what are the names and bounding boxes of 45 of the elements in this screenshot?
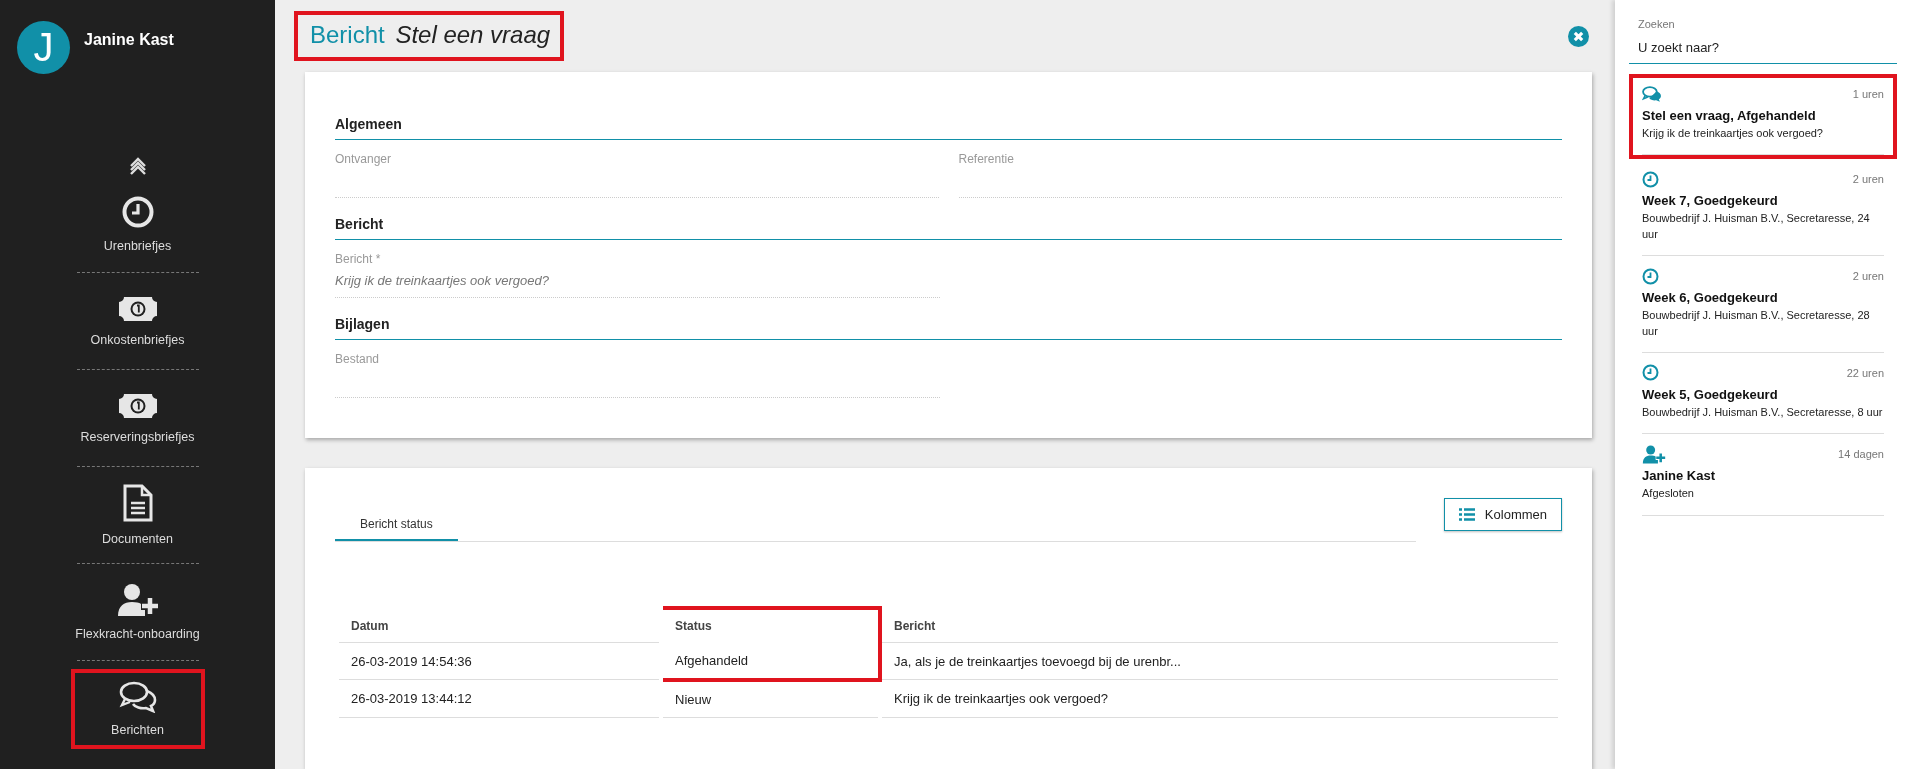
table-cell: 26-03-2019 14:54:36 xyxy=(337,642,661,680)
nav-item[interactable]: Berichten xyxy=(70,669,205,749)
page-title: Bericht Stel een vraag xyxy=(294,11,565,61)
feed-item[interactable]: 2 uren Week 7, Goedgekeurd Bouwbedrijf J. Huisman B.V., Secretaresse, 24 uur xyxy=(1629,159,1897,257)
column-header: Status xyxy=(661,608,880,643)
table-cell: Afgehandeld xyxy=(661,642,880,680)
column-header: Bericht xyxy=(880,608,1560,643)
search-label: Zoeken xyxy=(1638,18,1676,30)
nav-item[interactable]: Urenbriefjes xyxy=(70,184,205,264)
section-title: Bericht xyxy=(335,216,1562,240)
avatar: J xyxy=(17,21,70,74)
chevrons-up-icon[interactable] xyxy=(128,156,147,176)
search-field[interactable]: U zoekt naar? xyxy=(1629,40,1897,64)
section-title: Bijlagen xyxy=(335,316,1562,340)
clock-icon xyxy=(1642,170,1659,188)
user-plus-icon xyxy=(116,583,159,617)
user-plus-icon xyxy=(1642,444,1666,464)
feed-item[interactable]: 1 uren Stel een vraag, Afgehandeld Krijg ik de treinkaartjes ook vergoed? xyxy=(1629,74,1897,160)
list-icon xyxy=(1458,508,1475,521)
close-icon[interactable] xyxy=(1568,25,1589,47)
input-field[interactable]: Bericht * Krijg ik de treinkaartjes ook vergoed? xyxy=(335,240,940,298)
section-title: Algemeen xyxy=(335,116,1562,140)
table-cell: Ja, als je de treinkaartjes toevoegd bij de urenbr... xyxy=(880,642,1560,680)
table-cell: Krijg ik de treinkaartjes ook vergoed? xyxy=(880,679,1560,717)
feed-item[interactable]: 22 uren Week 5, Goedgekeurd Bouwbedrijf J. Huisman B.V., Secretaresse, 8 uur xyxy=(1629,352,1897,435)
tab[interactable]: Bericht status xyxy=(335,511,458,541)
feed-item[interactable]: 2 uren Week 6, Goedgekeurd Bouwbedrijf J. Huisman B.V., Secretaresse, 28 uur xyxy=(1629,256,1897,353)
comments-icon xyxy=(118,681,157,713)
comments-icon xyxy=(1642,85,1662,103)
columns-button[interactable]: Kolommen xyxy=(1443,498,1562,531)
column-header: Datum xyxy=(337,608,661,643)
table-cell: Nieuw xyxy=(661,679,880,717)
banknote-icon xyxy=(117,392,158,420)
table-cell: 26-03-2019 13:44:12 xyxy=(337,679,661,717)
nav-item[interactable]: Flexkracht-onboarding xyxy=(70,572,205,652)
nav-item[interactable]: Onkostenbriefjes xyxy=(70,281,205,361)
banknote-icon xyxy=(117,295,158,323)
nav-item[interactable]: Documenten xyxy=(70,475,205,555)
clock-icon xyxy=(120,195,155,229)
feed-item[interactable]: 14 dagen Janine Kast Afgesloten xyxy=(1629,434,1897,516)
user-name: Janine Kast xyxy=(84,31,174,49)
nav-item[interactable]: Reserveringsbriefjes xyxy=(70,378,205,458)
clock-icon xyxy=(1642,364,1659,382)
clock-icon xyxy=(1642,267,1659,285)
document-icon xyxy=(122,484,153,522)
